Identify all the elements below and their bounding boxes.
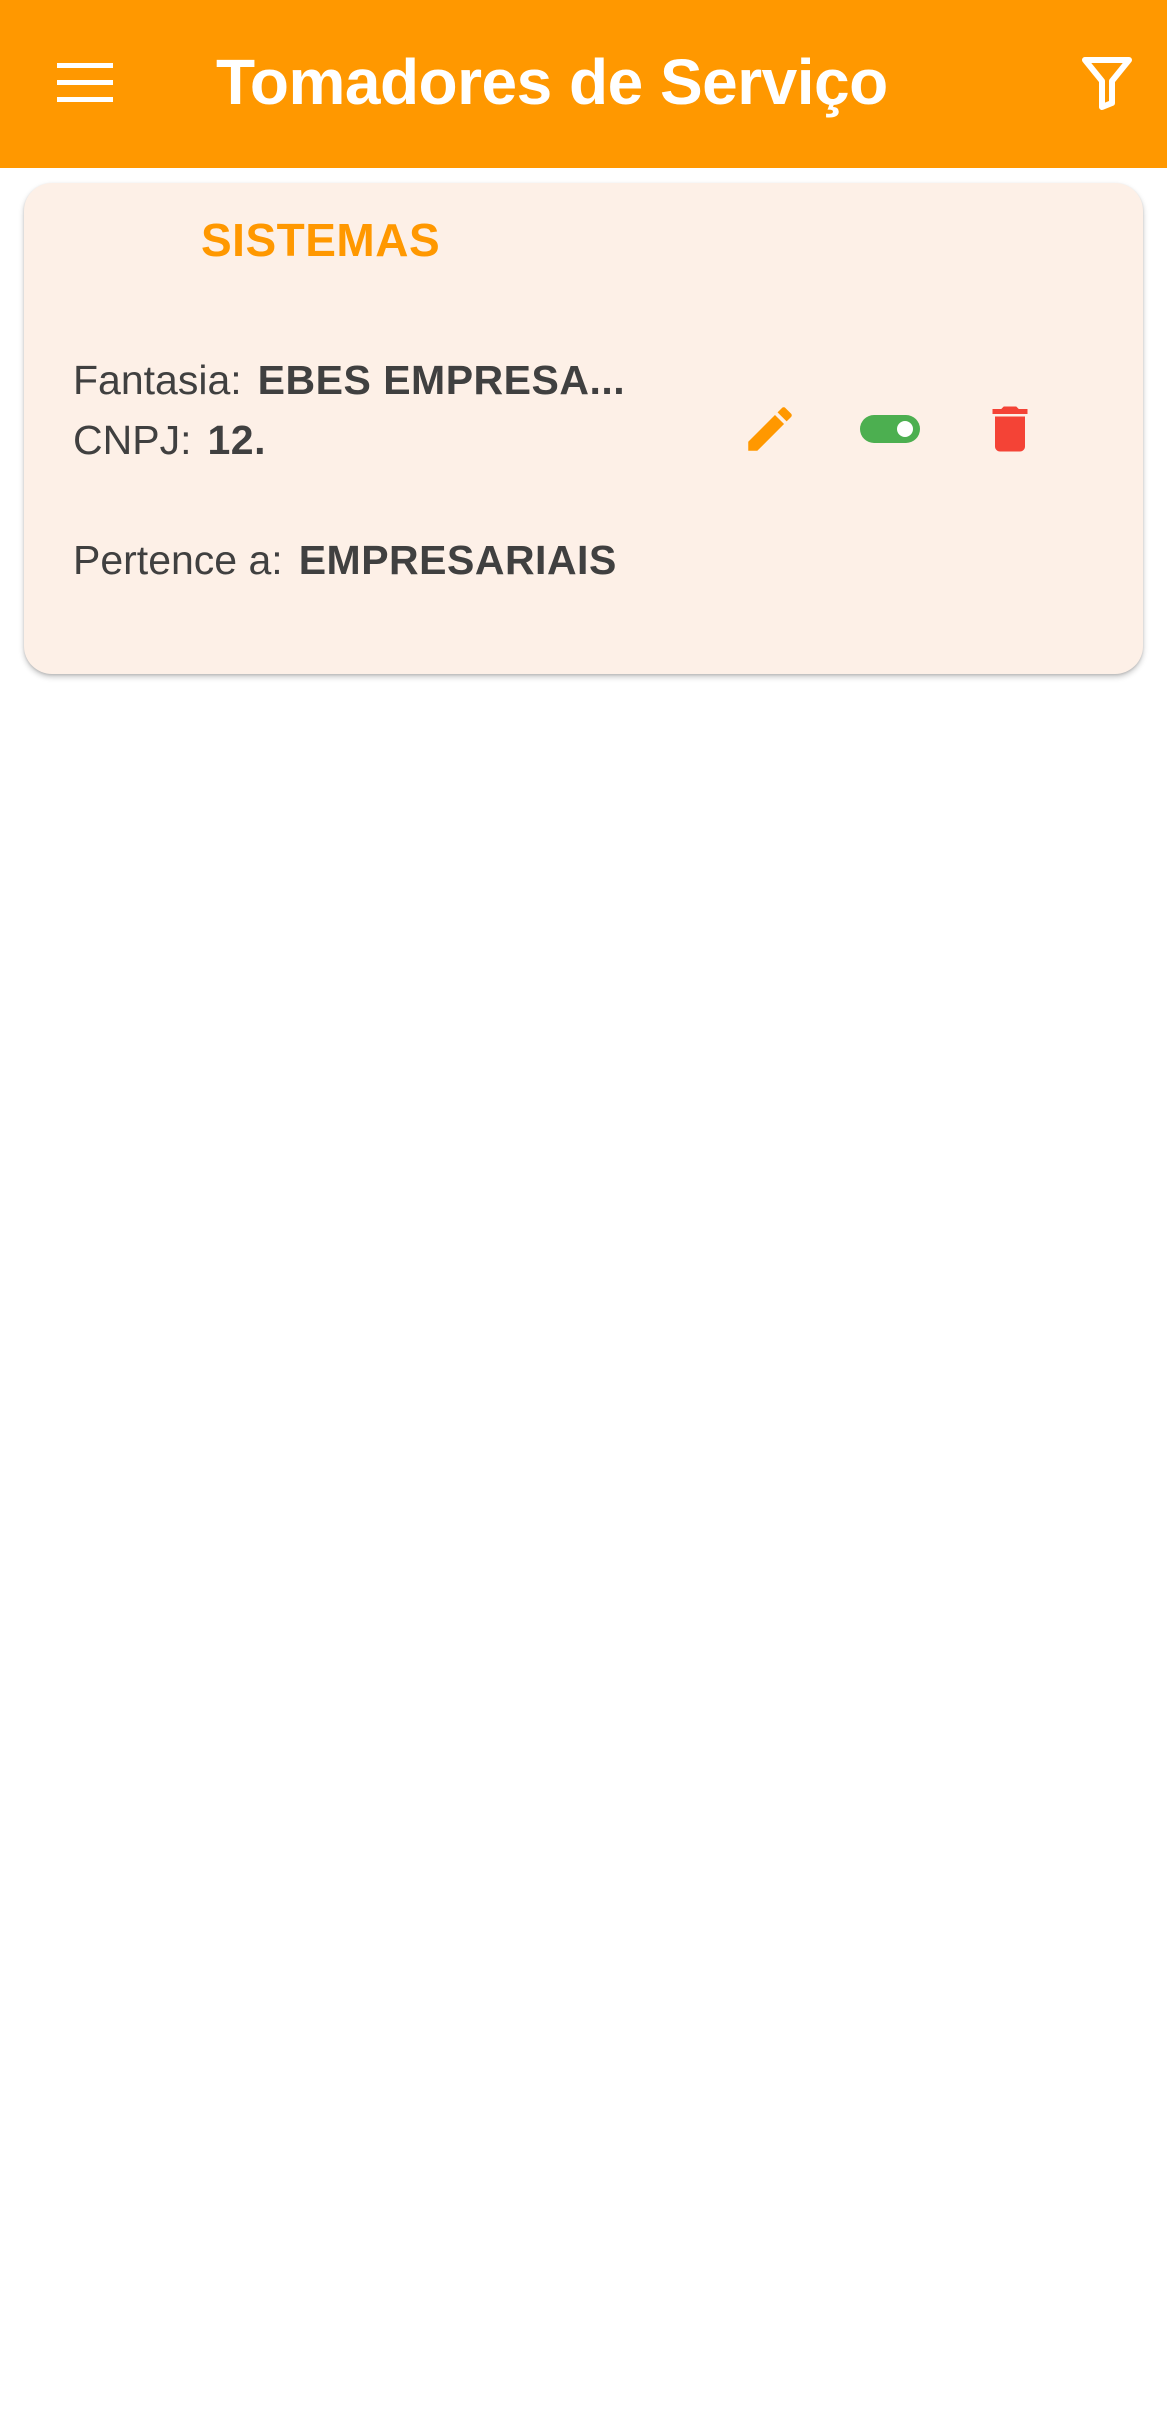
app-bar: Tomadores de Serviço [0,0,1167,168]
toggle-on-icon [860,415,920,443]
delete-button[interactable] [962,381,1058,477]
fantasia-label: Fantasia: [73,357,242,403]
pertence-value: EMPRESARIAIS [298,537,617,583]
pertence-row: Pertence a: EMPRESARIAIS [73,537,617,584]
filter-icon [1082,57,1132,110]
pertence-label: Pertence a: [73,537,283,583]
fantasia-row: Fantasia: EBES EMPRESA... [73,357,625,404]
menu-icon [57,63,113,102]
edit-button[interactable] [722,381,818,477]
cnpj-value: 12. [207,417,266,463]
tomador-card[interactable]: SISTEMAS Fantasia: EBES EMPRESA... CNPJ:… [24,183,1143,674]
page-title: Tomadores de Serviço [216,46,888,118]
fantasia-value: EBES EMPRESA... [257,357,626,403]
filter-button[interactable] [1058,34,1156,132]
trash-icon [992,406,1028,452]
cnpj-label: CNPJ: [73,417,192,463]
menu-button[interactable] [36,34,134,132]
pencil-icon [748,407,792,451]
active-toggle[interactable] [842,381,938,477]
cnpj-row: CNPJ: 12. [73,417,266,464]
card-title: SISTEMAS [201,214,441,266]
